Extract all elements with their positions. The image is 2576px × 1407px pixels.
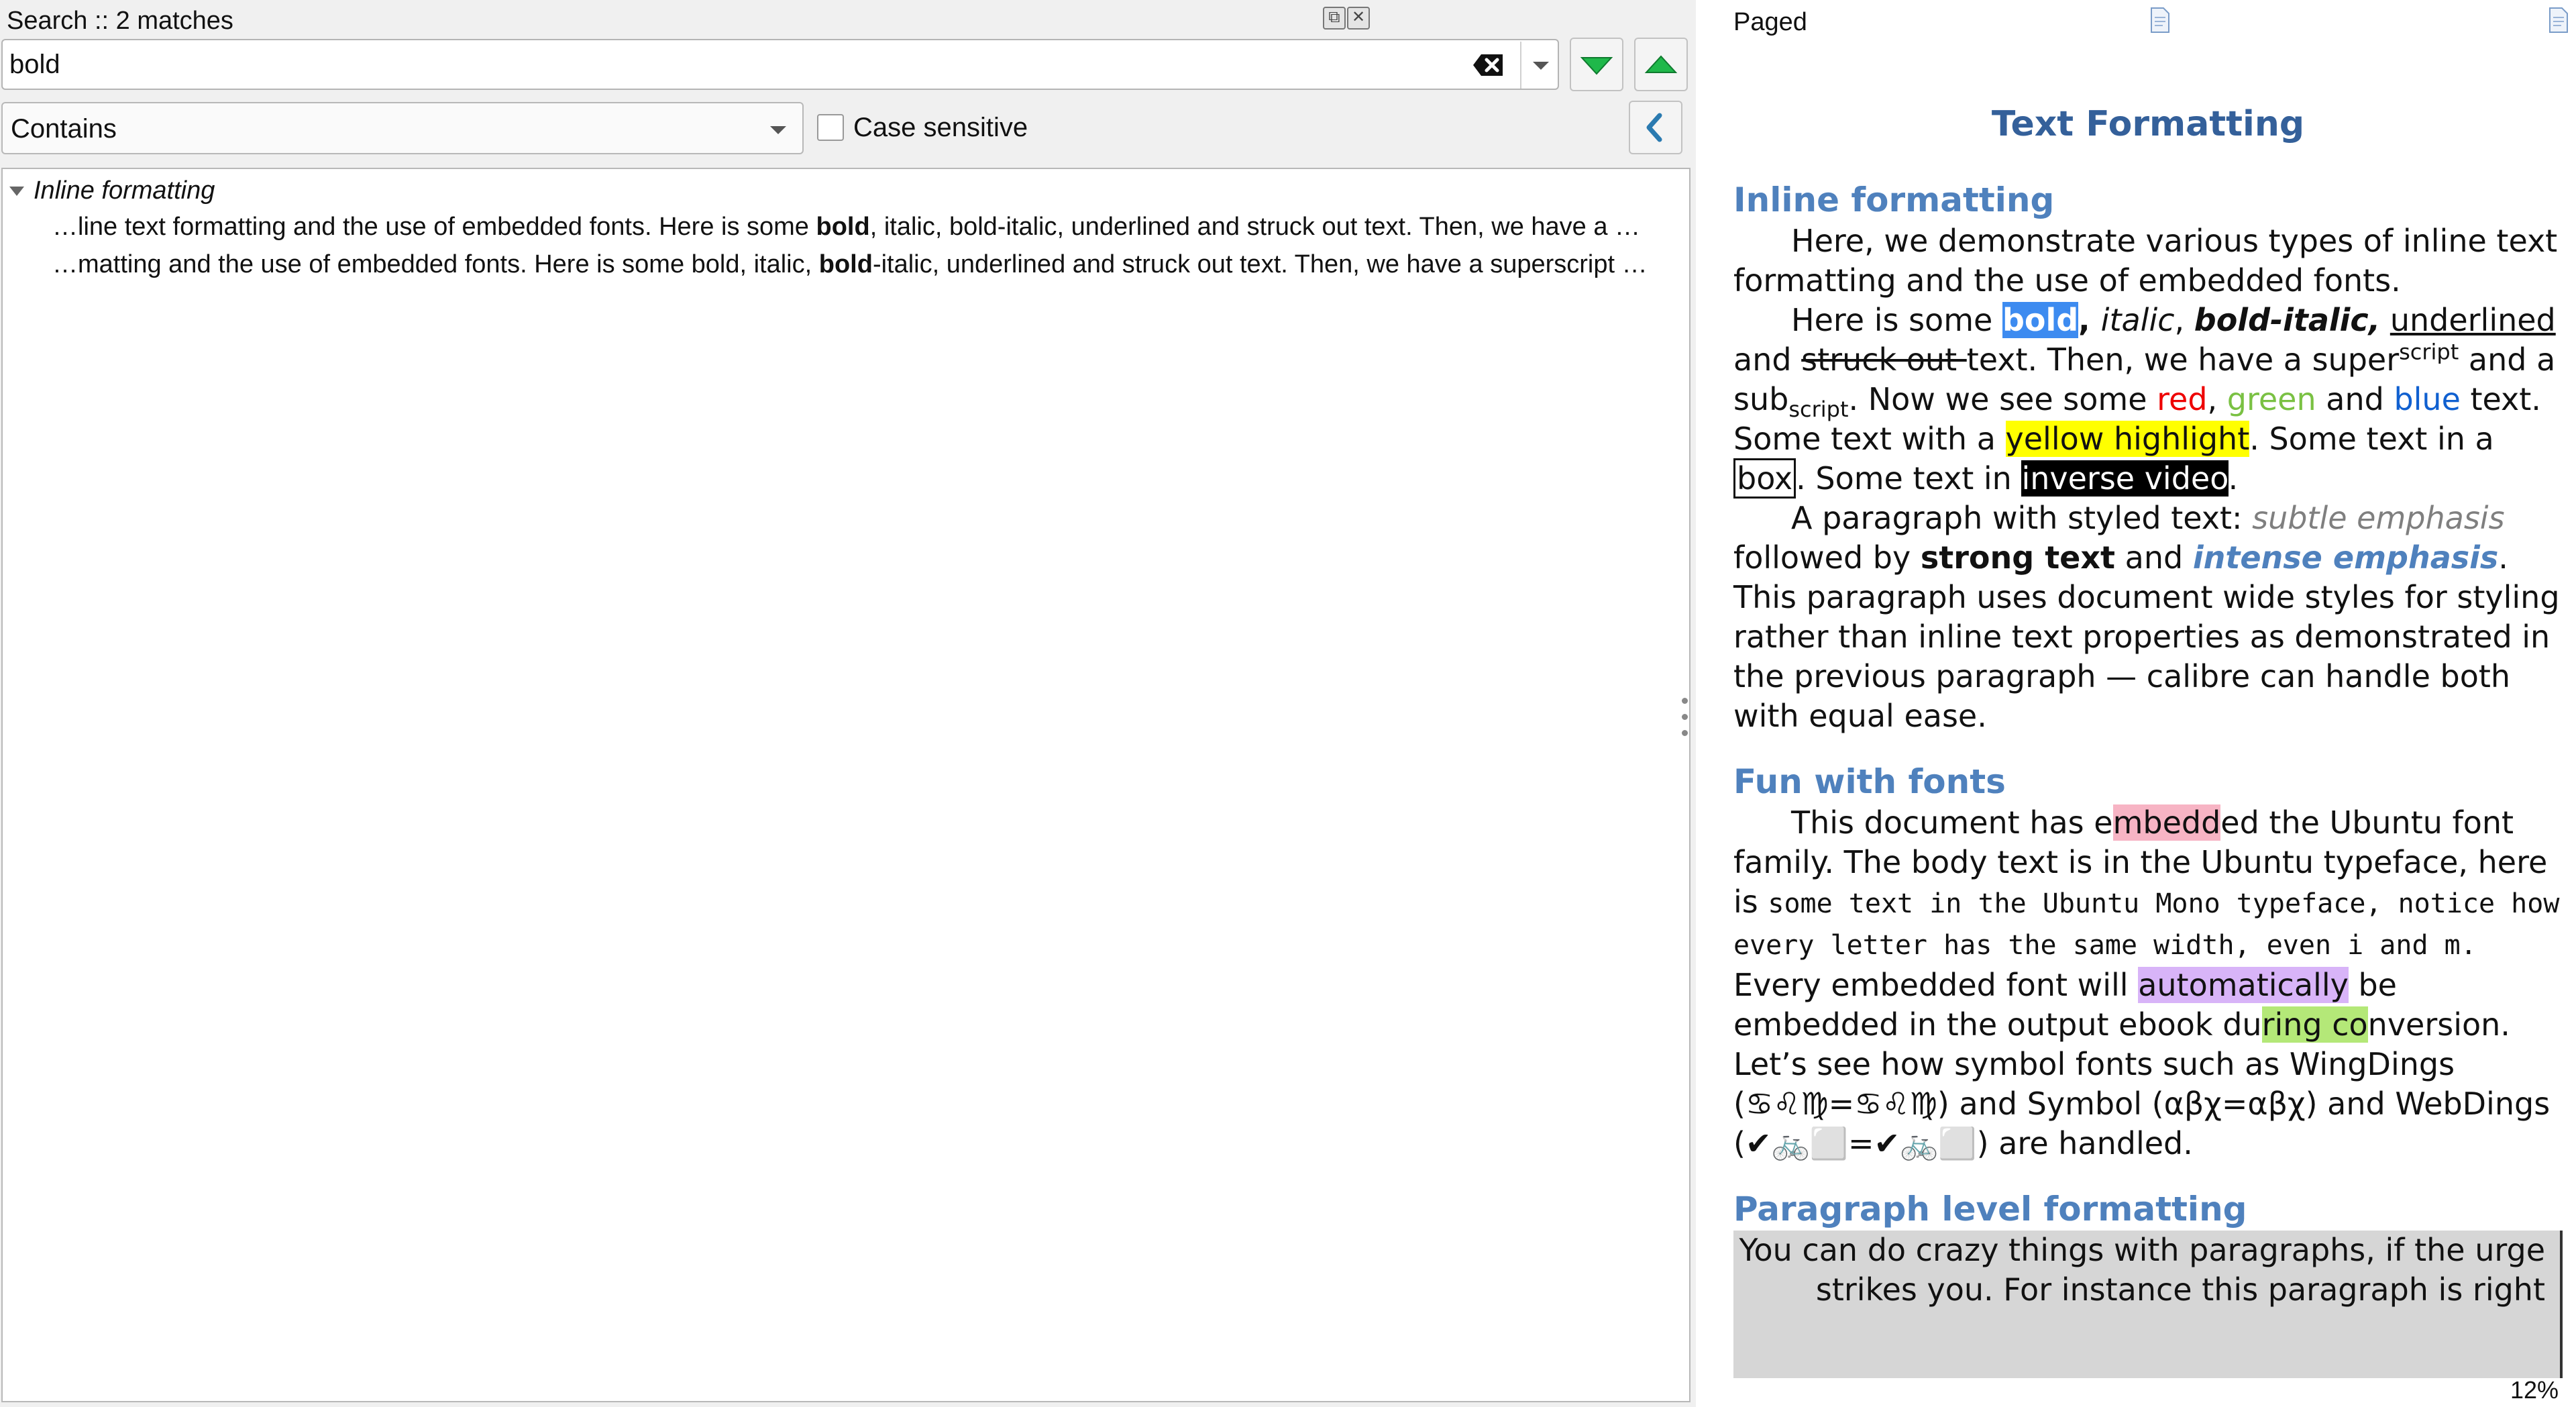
book-page[interactable]: Text Formatting Inline formatting Here, … — [1733, 94, 2563, 1378]
case-sensitive-checkbox[interactable] — [817, 114, 844, 141]
result-match: bold — [818, 250, 873, 278]
annotation-highlight: mbedd — [2112, 804, 2221, 841]
search-input[interactable] — [9, 47, 1472, 82]
annotation-highlight: ring co — [2261, 1006, 2368, 1043]
reading-progress: 12% — [2510, 1376, 2559, 1404]
case-sensitive-label[interactable]: Case sensitive — [853, 109, 1028, 146]
section-heading: Inline formatting — [1733, 180, 2055, 219]
search-history-dropdown[interactable] — [1520, 42, 1560, 89]
result-context-after: , italic, bold-italic, underlined and st… — [869, 213, 1641, 241]
chevron-down-icon — [1533, 62, 1549, 70]
arrow-up-icon — [1644, 55, 1678, 73]
restore-icon[interactable]: ⧉ — [1323, 7, 1346, 30]
result-item[interactable]: …line text formatting and the use of emb… — [52, 208, 1682, 246]
find-previous-button[interactable] — [1634, 38, 1688, 91]
search-box — [1, 39, 1559, 90]
result-context-before: …matting and the use of embedded fonts. … — [52, 250, 819, 278]
arrow-down-icon — [1580, 57, 1613, 75]
paragraph-inline-styles: Here is some bold, italic, bold-italic, … — [1733, 301, 2563, 499]
section-heading: Fun with fonts — [1733, 762, 2006, 801]
page-icon — [2549, 7, 2568, 33]
result-item[interactable]: …matting and the use of embedded fonts. … — [52, 246, 1682, 283]
chevron-left-icon — [1646, 113, 1662, 142]
paragraph: Here, we demonstrate various types of in… — [1733, 223, 2558, 299]
result-context-after: -italic, underlined and struck out text.… — [872, 250, 1648, 278]
result-context-before: …line text formatting and the use of emb… — [52, 213, 816, 241]
page-icon — [2151, 7, 2169, 33]
expand-icon[interactable] — [9, 187, 24, 196]
chevron-down-icon — [770, 126, 786, 134]
book-viewer: Paged Text Formatting Inline formatting … — [1696, 0, 2576, 1407]
search-match-highlight: bold — [2002, 302, 2079, 338]
match-mode-select[interactable]: Contains — [1, 102, 804, 154]
viewer-mode-label: Paged — [1733, 8, 1807, 36]
clear-icon[interactable] — [1472, 52, 1505, 79]
result-group[interactable]: Inline formatting — [3, 173, 1689, 208]
panel-splitter-handle[interactable] — [1680, 684, 1688, 751]
close-icon[interactable]: ✕ — [1347, 7, 1370, 30]
paragraph-styled: A paragraph with styled text: subtle emp… — [1733, 500, 2560, 734]
back-button[interactable] — [1629, 101, 1682, 154]
match-mode-value: Contains — [11, 114, 117, 144]
paragraph-right-aligned: You can do crazy things with paragraphs,… — [1733, 1231, 2563, 1378]
result-group-label: Inline formatting — [34, 176, 215, 205]
panel-title: Search :: 2 matches — [7, 7, 233, 35]
result-match: bold — [816, 213, 870, 241]
find-next-button[interactable] — [1570, 38, 1623, 91]
annotation-highlight: automatically — [2138, 967, 2349, 1003]
chapter-title: Text Formatting — [1991, 104, 2305, 144]
search-panel: Search :: 2 matches ⧉ ✕ Contains Case se… — [0, 0, 1696, 1407]
paragraph-fonts: This document has embedded the Ubuntu fo… — [1733, 804, 2560, 1161]
search-results-list[interactable]: Inline formatting …line text formatting … — [1, 168, 1690, 1402]
section-heading: Paragraph level formatting — [1733, 1190, 2247, 1229]
